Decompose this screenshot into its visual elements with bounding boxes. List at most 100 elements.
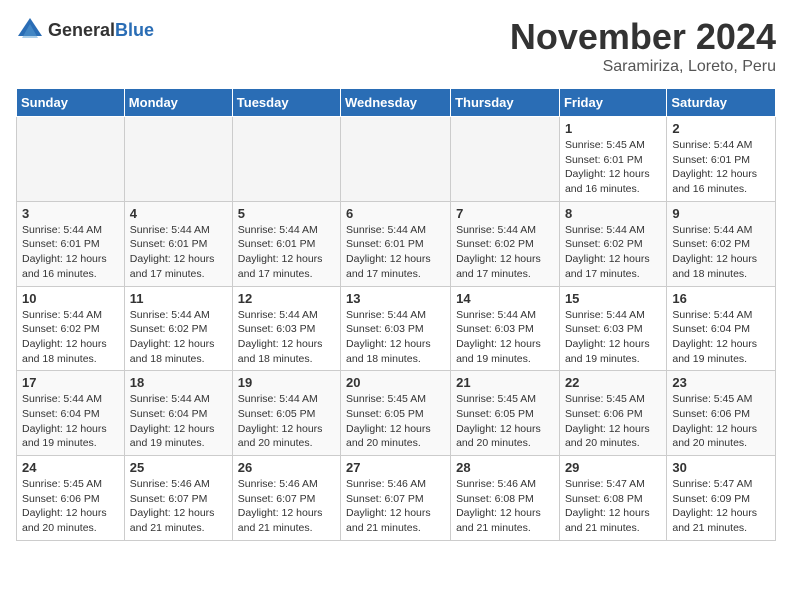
day-info: Sunrise: 5:44 AM Sunset: 6:02 PM Dayligh… (456, 223, 554, 282)
calendar-header-friday: Friday (559, 89, 666, 117)
calendar-cell: 20 Sunrise: 5:45 AM Sunset: 6:05 PM Dayli… (341, 371, 451, 456)
day-info: Sunrise: 5:44 AM Sunset: 6:01 PM Dayligh… (346, 223, 445, 282)
day-number: 10 (22, 291, 119, 306)
calendar-cell (232, 117, 340, 202)
calendar-week-row: 3 Sunrise: 5:44 AM Sunset: 6:01 PM Daylig… (17, 201, 776, 286)
calendar-cell: 22 Sunrise: 5:45 AM Sunset: 6:06 PM Dayli… (559, 371, 666, 456)
day-info: Sunrise: 5:45 AM Sunset: 6:06 PM Dayligh… (565, 392, 661, 451)
calendar-header-saturday: Saturday (667, 89, 776, 117)
day-number: 22 (565, 375, 661, 390)
day-number: 13 (346, 291, 445, 306)
calendar-cell (17, 117, 125, 202)
calendar-cell: 13 Sunrise: 5:44 AM Sunset: 6:03 PM Dayli… (341, 286, 451, 371)
day-number: 12 (238, 291, 335, 306)
day-number: 7 (456, 206, 554, 221)
calendar-cell: 4Sunrise: 5:44 AM Sunset: 6:01 PM Daylig… (124, 201, 232, 286)
calendar-cell: 24 Sunrise: 5:45 AM Sunset: 6:06 PM Dayli… (17, 456, 125, 541)
day-info: Sunrise: 5:46 AM Sunset: 6:07 PM Dayligh… (346, 477, 445, 536)
calendar-cell: 3 Sunrise: 5:44 AM Sunset: 6:01 PM Daylig… (17, 201, 125, 286)
calendar-cell: 8 Sunrise: 5:44 AM Sunset: 6:02 PM Daylig… (559, 201, 666, 286)
day-info: Sunrise: 5:44 AM Sunset: 6:02 PM Dayligh… (565, 223, 661, 282)
day-info: Sunrise: 5:44 AM Sunset: 6:02 PM Dayligh… (672, 223, 770, 282)
day-info: Sunrise: 5:46 AM Sunset: 6:08 PM Dayligh… (456, 477, 554, 536)
day-number: 16 (672, 291, 770, 306)
day-number: 3 (22, 206, 119, 221)
calendar-week-row: 17 Sunrise: 5:44 AM Sunset: 6:04 PM Dayli… (17, 371, 776, 456)
day-info: Sunrise: 5:44 AM Sunset: 6:03 PM Dayligh… (346, 308, 445, 367)
calendar-cell: 30 Sunrise: 5:47 AM Sunset: 6:09 PM Dayli… (667, 456, 776, 541)
day-number: 11 (130, 291, 227, 306)
day-number: 29 (565, 460, 661, 475)
calendar-week-row: 10 Sunrise: 5:44 AM Sunset: 6:02 PM Dayli… (17, 286, 776, 371)
day-number: 27 (346, 460, 445, 475)
calendar-cell: 11 Sunrise: 5:44 AM Sunset: 6:02 PM Dayli… (124, 286, 232, 371)
logo-text-blue: Blue (115, 20, 154, 40)
logo-text-general: General (48, 20, 115, 40)
calendar-cell: 7 Sunrise: 5:44 AM Sunset: 6:02 PM Daylig… (451, 201, 560, 286)
day-number: 23 (672, 375, 770, 390)
calendar-cell: 12 Sunrise: 5:44 AM Sunset: 6:03 PM Dayli… (232, 286, 340, 371)
page-header: GeneralBlue November 2024 Saramiriza, Lo… (16, 16, 776, 76)
calendar-cell: 25Sunrise: 5:46 AM Sunset: 6:07 PM Dayli… (124, 456, 232, 541)
calendar-week-row: 24 Sunrise: 5:45 AM Sunset: 6:06 PM Dayli… (17, 456, 776, 541)
calendar-cell (451, 117, 560, 202)
calendar-cell: 2 Sunrise: 5:44 AM Sunset: 6:01 PM Daylig… (667, 117, 776, 202)
day-info: Sunrise: 5:44 AM Sunset: 6:05 PM Dayligh… (238, 392, 335, 451)
day-info: Sunrise: 5:44 AM Sunset: 6:01 PM Dayligh… (672, 138, 770, 197)
day-number: 2 (672, 121, 770, 136)
day-number: 21 (456, 375, 554, 390)
day-info: Sunrise: 5:44 AM Sunset: 6:01 PM Dayligh… (22, 223, 119, 282)
location-subtitle: Saramiriza, Loreto, Peru (510, 58, 776, 76)
day-info: Sunrise: 5:45 AM Sunset: 6:05 PM Dayligh… (346, 392, 445, 451)
calendar-cell: 14Sunrise: 5:44 AM Sunset: 6:03 PM Dayli… (451, 286, 560, 371)
calendar-header-wednesday: Wednesday (341, 89, 451, 117)
day-info: Sunrise: 5:47 AM Sunset: 6:09 PM Dayligh… (672, 477, 770, 536)
calendar-table: SundayMondayTuesdayWednesdayThursdayFrid… (16, 88, 776, 541)
day-number: 28 (456, 460, 554, 475)
day-info: Sunrise: 5:44 AM Sunset: 6:04 PM Dayligh… (130, 392, 227, 451)
day-number: 18 (130, 375, 227, 390)
day-info: Sunrise: 5:44 AM Sunset: 6:01 PM Dayligh… (238, 223, 335, 282)
calendar-cell: 28 Sunrise: 5:46 AM Sunset: 6:08 PM Dayli… (451, 456, 560, 541)
calendar-header-thursday: Thursday (451, 89, 560, 117)
day-number: 8 (565, 206, 661, 221)
calendar-cell (341, 117, 451, 202)
day-info: Sunrise: 5:44 AM Sunset: 6:03 PM Dayligh… (238, 308, 335, 367)
logo-icon (16, 16, 44, 44)
day-number: 24 (22, 460, 119, 475)
day-info: Sunrise: 5:47 AM Sunset: 6:08 PM Dayligh… (565, 477, 661, 536)
day-number: 30 (672, 460, 770, 475)
day-number: 25 (130, 460, 227, 475)
day-info: Sunrise: 5:45 AM Sunset: 6:05 PM Dayligh… (456, 392, 554, 451)
calendar-cell (124, 117, 232, 202)
day-info: Sunrise: 5:45 AM Sunset: 6:01 PM Dayligh… (565, 138, 661, 197)
day-number: 5 (238, 206, 335, 221)
calendar-cell: 1 Sunrise: 5:45 AM Sunset: 6:01 PM Daylig… (559, 117, 666, 202)
day-info: Sunrise: 5:44 AM Sunset: 6:01 PM Dayligh… (130, 223, 227, 282)
day-number: 6 (346, 206, 445, 221)
calendar-cell: 5 Sunrise: 5:44 AM Sunset: 6:01 PM Daylig… (232, 201, 340, 286)
day-info: Sunrise: 5:45 AM Sunset: 6:06 PM Dayligh… (672, 392, 770, 451)
calendar-week-row: 1 Sunrise: 5:45 AM Sunset: 6:01 PM Daylig… (17, 117, 776, 202)
calendar-cell: 21 Sunrise: 5:45 AM Sunset: 6:05 PM Dayli… (451, 371, 560, 456)
day-info: Sunrise: 5:44 AM Sunset: 6:03 PM Dayligh… (456, 308, 554, 367)
day-info: Sunrise: 5:44 AM Sunset: 6:02 PM Dayligh… (130, 308, 227, 367)
day-number: 1 (565, 121, 661, 136)
day-info: Sunrise: 5:44 AM Sunset: 6:02 PM Dayligh… (22, 308, 119, 367)
calendar-cell: 15 Sunrise: 5:44 AM Sunset: 6:03 PM Dayli… (559, 286, 666, 371)
day-number: 17 (22, 375, 119, 390)
day-number: 20 (346, 375, 445, 390)
calendar-header-tuesday: Tuesday (232, 89, 340, 117)
calendar-cell: 19Sunrise: 5:44 AM Sunset: 6:05 PM Dayli… (232, 371, 340, 456)
calendar-cell: 26Sunrise: 5:46 AM Sunset: 6:07 PM Dayli… (232, 456, 340, 541)
day-info: Sunrise: 5:44 AM Sunset: 6:04 PM Dayligh… (22, 392, 119, 451)
calendar-cell: 6 Sunrise: 5:44 AM Sunset: 6:01 PM Daylig… (341, 201, 451, 286)
day-info: Sunrise: 5:44 AM Sunset: 6:03 PM Dayligh… (565, 308, 661, 367)
calendar-header-row: SundayMondayTuesdayWednesdayThursdayFrid… (17, 89, 776, 117)
title-block: November 2024 Saramiriza, Loreto, Peru (510, 16, 776, 76)
calendar-cell: 23 Sunrise: 5:45 AM Sunset: 6:06 PM Dayli… (667, 371, 776, 456)
day-info: Sunrise: 5:45 AM Sunset: 6:06 PM Dayligh… (22, 477, 119, 536)
calendar-cell: 29 Sunrise: 5:47 AM Sunset: 6:08 PM Dayli… (559, 456, 666, 541)
day-number: 15 (565, 291, 661, 306)
calendar-cell: 27 Sunrise: 5:46 AM Sunset: 6:07 PM Dayli… (341, 456, 451, 541)
